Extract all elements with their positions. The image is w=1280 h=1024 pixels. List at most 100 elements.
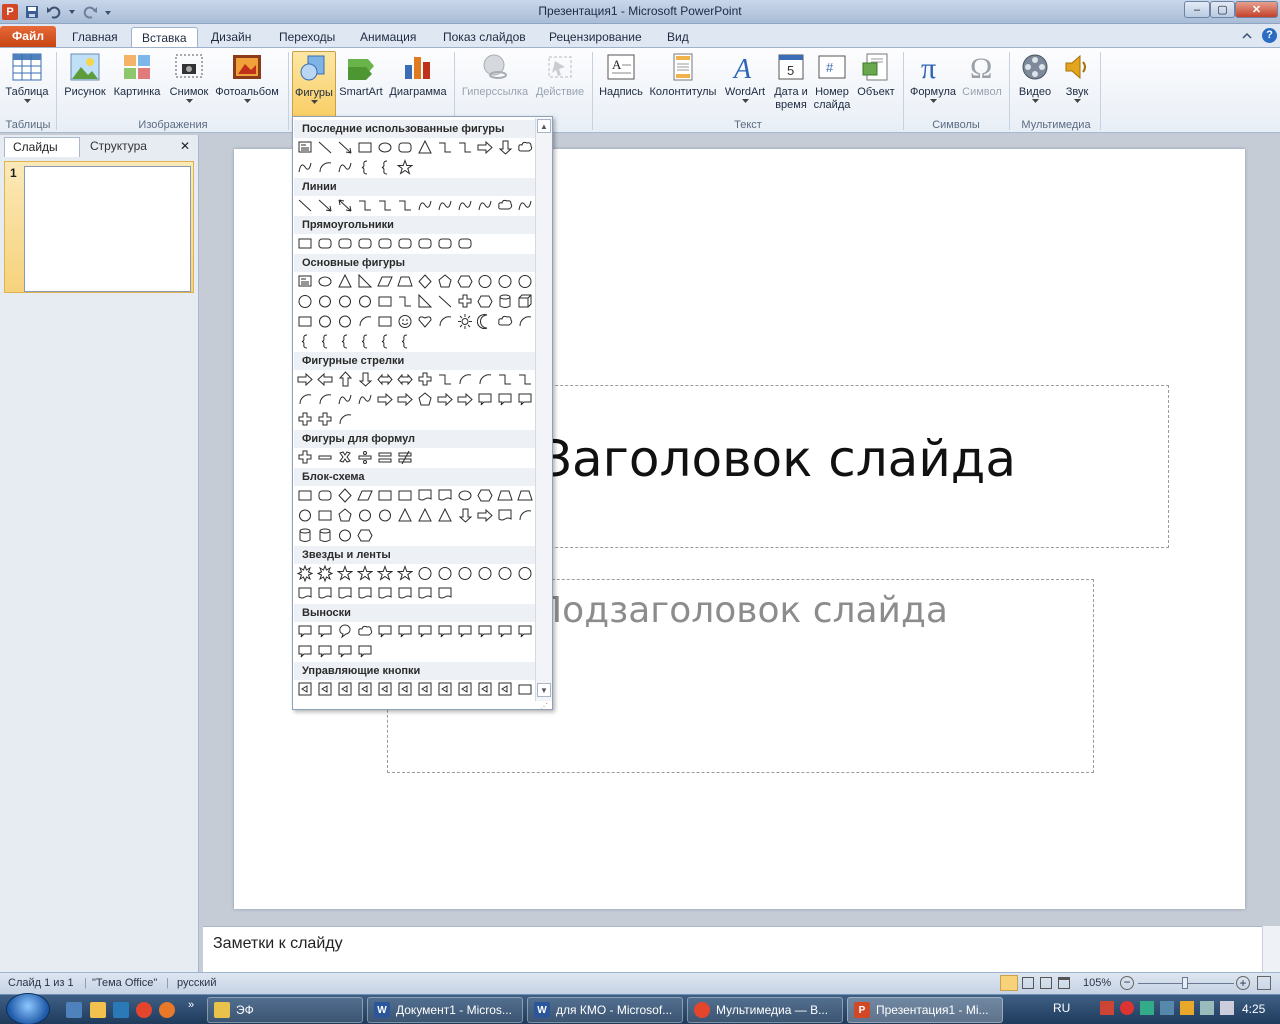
taskbar-item-chrome[interactable]: Мультимедиа — В... [687, 997, 843, 1023]
shape-num-icon[interactable] [457, 565, 473, 582]
block-arrows-grid[interactable] [297, 370, 535, 430]
shape-rarrow-icon[interactable] [397, 391, 413, 408]
shape-plus-icon[interactable] [297, 449, 313, 466]
tray-volume-icon[interactable] [1220, 1001, 1234, 1015]
shape-cloud-icon[interactable] [497, 313, 513, 330]
shape-line-icon[interactable] [437, 293, 453, 310]
shape-darr-icon[interactable] [337, 197, 353, 214]
chrome-icon[interactable] [136, 1002, 152, 1018]
slide-thumbnail-selected[interactable]: 1 [4, 161, 194, 293]
shape-brace-icon[interactable] [377, 333, 393, 350]
ie-icon[interactable] [66, 1002, 82, 1018]
video-button[interactable]: Видео [1013, 51, 1057, 129]
media-icon[interactable] [113, 1002, 129, 1018]
taskbar-item-word-doc1[interactable]: W Документ1 - Micros... [367, 997, 523, 1023]
callouts-grid[interactable] [297, 622, 535, 662]
shape-larrow-icon[interactable] [317, 371, 333, 388]
shape-rect-icon[interactable] [297, 313, 313, 330]
shape-div-icon[interactable] [357, 449, 373, 466]
shape-callout-icon[interactable] [297, 623, 313, 640]
shape-arc-icon[interactable] [457, 371, 473, 388]
picture-button[interactable]: Рисунок [62, 51, 108, 129]
shape-rect-icon[interactable] [517, 681, 533, 698]
shape-circ-icon[interactable] [377, 507, 393, 524]
shape-callout-icon[interactable] [397, 623, 413, 640]
equation-button[interactable]: π Формула [907, 51, 959, 129]
shape-moon-icon[interactable] [477, 313, 493, 330]
shape-callout-icon[interactable] [457, 623, 473, 640]
zoom-in-icon[interactable]: + [1236, 976, 1250, 990]
shape-rrect-icon[interactable] [417, 235, 433, 252]
shape-dnarrow-icon[interactable] [357, 371, 373, 388]
close-button[interactable]: ✕ [1235, 1, 1278, 18]
shape-action-icon[interactable] [337, 681, 353, 698]
shape-star-icon[interactable] [357, 565, 373, 582]
explorer-icon[interactable] [90, 1002, 106, 1018]
shape-times-icon[interactable] [337, 449, 353, 466]
shape-rarrow-icon[interactable] [437, 391, 453, 408]
shape-rtri-icon[interactable] [357, 273, 373, 290]
shape-callout-icon[interactable] [497, 623, 513, 640]
shape-para-icon[interactable] [377, 273, 393, 290]
slideshow-icon[interactable] [1058, 977, 1070, 989]
shape-oval-icon[interactable] [377, 139, 393, 156]
shape-num-icon[interactable] [497, 273, 513, 290]
shape-action-icon[interactable] [457, 681, 473, 698]
shape-arc-icon[interactable] [317, 159, 333, 176]
shape-doc-icon[interactable] [297, 585, 313, 602]
minimize-button[interactable]: – [1184, 1, 1210, 18]
language[interactable]: русский [177, 977, 216, 989]
shape-callout-icon[interactable] [297, 643, 313, 660]
shape-action-icon[interactable] [497, 681, 513, 698]
tab-slideshow[interactable]: Показ слайдов [433, 27, 536, 48]
shape-brace-icon[interactable] [357, 159, 373, 176]
fit-to-window-icon[interactable] [1257, 976, 1271, 990]
shape-circ-icon[interactable] [317, 293, 333, 310]
scroll-down-icon[interactable]: ▼ [537, 683, 551, 697]
shape-hex-icon[interactable] [477, 293, 493, 310]
shape-cyl-icon[interactable] [317, 527, 333, 544]
shape-tri-icon[interactable] [417, 139, 433, 156]
shape-rrect-icon[interactable] [397, 235, 413, 252]
shape-dnarrow-icon[interactable] [457, 507, 473, 524]
shape-rrect-icon[interactable] [317, 487, 333, 504]
tray-network-icon[interactable] [1160, 1001, 1174, 1015]
shape-arc-icon[interactable] [517, 313, 533, 330]
shape-pent-icon[interactable] [417, 391, 433, 408]
shape-arc-icon[interactable] [437, 313, 453, 330]
shape-dia-icon[interactable] [417, 273, 433, 290]
shape-action-icon[interactable] [357, 681, 373, 698]
shape-rect-icon[interactable] [297, 487, 313, 504]
shape-curve-icon[interactable] [337, 391, 353, 408]
shape-hex-icon[interactable] [357, 527, 373, 544]
textbox-button[interactable]: A Надпись [597, 51, 645, 129]
shape-hex-icon[interactable] [477, 487, 493, 504]
shape-elbow-icon[interactable] [357, 197, 373, 214]
shape-rect-icon[interactable] [377, 487, 393, 504]
slide-sorter-icon[interactable] [1022, 977, 1034, 989]
slide-thumbnail[interactable] [24, 166, 191, 292]
shape-text-icon[interactable] [297, 139, 313, 156]
shape-rarrow-icon[interactable] [457, 391, 473, 408]
language-indicator[interactable]: RU [1053, 1001, 1070, 1015]
shape-doc-icon[interactable] [437, 487, 453, 504]
action-buttons-grid[interactable] [297, 680, 535, 700]
shape-num-icon[interactable] [517, 273, 533, 290]
shape-rrect-icon[interactable] [457, 235, 473, 252]
shape-minus-icon[interactable] [317, 449, 333, 466]
shape-burst-icon[interactable] [297, 565, 313, 582]
wordart-button[interactable]: A WordArt [721, 51, 769, 129]
normal-view-icon[interactable] [1000, 975, 1018, 991]
shape-doc-icon[interactable] [437, 585, 453, 602]
shape-num-icon[interactable] [477, 273, 493, 290]
shape-callout-icon[interactable] [517, 391, 533, 408]
resize-grip-icon[interactable]: ⋰ [540, 702, 548, 711]
clock[interactable]: 4:25 [1242, 1002, 1265, 1016]
shape-eq-icon[interactable] [377, 449, 393, 466]
shape-doc-icon[interactable] [497, 507, 513, 524]
shape-line-icon[interactable] [297, 197, 313, 214]
shape-circ-icon[interactable] [317, 313, 333, 330]
shape-num-icon[interactable] [497, 565, 513, 582]
shape-elbow-icon[interactable] [437, 139, 453, 156]
datetime-button[interactable]: 5 Дата и время [771, 51, 811, 129]
